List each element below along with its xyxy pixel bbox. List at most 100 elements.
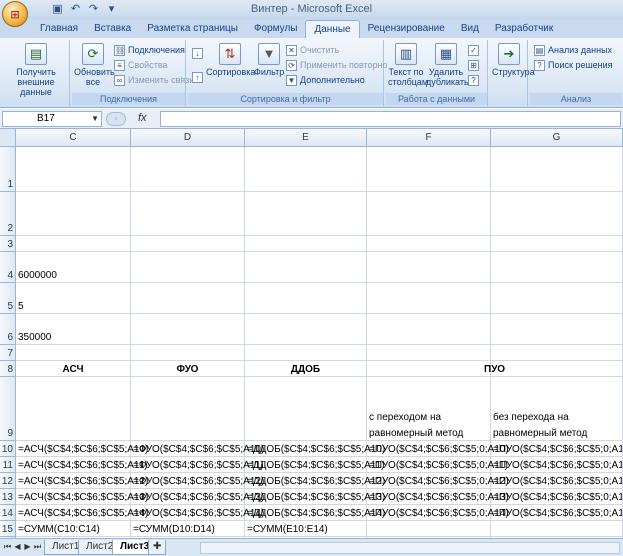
- cell-g14[interactable]: =ПУО($C$4;$C$6;$C$5;0;A14;2;1: [491, 506, 622, 520]
- row-header-14[interactable]: 14: [0, 505, 16, 521]
- edit-links-button[interactable]: ∞ Изменить связи: [114, 75, 194, 86]
- filter-button[interactable]: ▼ Фильтр: [254, 43, 284, 77]
- cell-e12[interactable]: =ДДОБ($C$4;$C$6;$C$5;A12): [245, 474, 385, 488]
- tab-page-layout[interactable]: Разметка страницы: [139, 20, 246, 38]
- cell-e14[interactable]: =ДДОБ($C$4;$C$6;$C$5;A14): [245, 506, 385, 520]
- data-analysis-button[interactable]: ▤ Анализ данных: [534, 45, 612, 56]
- cell-g10[interactable]: =ПУО($C$4;$C$6;$C$5;0;A10;2;1: [491, 442, 622, 456]
- cell-g13[interactable]: =ПУО($C$4;$C$6;$C$5;0;A13;2;1: [491, 490, 622, 504]
- cell-c4[interactable]: 6000000: [16, 268, 57, 282]
- cell-f12[interactable]: =ПУО($C$4;$C$6;$C$5;0;A12): [367, 474, 509, 488]
- row-header-6[interactable]: 6: [0, 314, 16, 345]
- tab-home[interactable]: Главная: [32, 20, 86, 38]
- formula-input[interactable]: [160, 111, 621, 127]
- data-analysis-icon: ▤: [534, 45, 545, 56]
- cell-e10[interactable]: =ДДОБ($C$4;$C$6;$C$5;A10): [245, 442, 385, 456]
- clear-filter-button[interactable]: ✕ Очистить: [286, 45, 339, 56]
- office-button[interactable]: ⊞: [2, 1, 28, 27]
- sort-az-button[interactable]: ↓: [192, 48, 203, 59]
- refresh-all-button[interactable]: ⟳ Обновить все: [74, 43, 115, 87]
- refresh-icon: ⟳: [82, 43, 104, 65]
- cell-g11[interactable]: =ПУО($C$4;$C$6;$C$5;0;A11;2;1: [491, 458, 622, 472]
- column-header-d[interactable]: D: [131, 129, 245, 147]
- insert-sheet-button[interactable]: ✚: [148, 540, 167, 555]
- row-header-3[interactable]: 3: [0, 236, 16, 252]
- column-header-f[interactable]: F: [367, 129, 491, 147]
- outline-button[interactable]: ➔ Структура: [492, 43, 535, 77]
- get-external-data-button[interactable]: ▤ Получить внешние данные: [6, 43, 66, 97]
- cell-c6[interactable]: 350000: [16, 330, 51, 344]
- cell-f8[interactable]: ПУО: [367, 362, 622, 376]
- data-validation-button[interactable]: ✓: [468, 45, 479, 56]
- tab-developer[interactable]: Разработчик: [487, 20, 561, 38]
- tab-review[interactable]: Рецензирование: [360, 20, 453, 38]
- cell-c14[interactable]: =АСЧ($C$4;$C$6;$C$5;A14): [16, 506, 148, 520]
- cell-e8[interactable]: ДДОБ: [245, 362, 366, 376]
- first-sheet-icon[interactable]: ⏮: [3, 542, 12, 552]
- name-box[interactable]: B17 ▼: [2, 111, 102, 127]
- column-header-c[interactable]: C: [16, 129, 131, 147]
- last-sheet-icon[interactable]: ⏭: [33, 542, 42, 552]
- row-header-15[interactable]: 15: [0, 521, 16, 537]
- database-icon: ▤: [25, 43, 47, 65]
- select-all-corner[interactable]: [0, 129, 16, 147]
- remove-duplicates-button[interactable]: ▦ Удалить дубликаты: [426, 43, 470, 87]
- clear-filter-icon: ✕: [286, 45, 297, 56]
- properties-button[interactable]: ≡ Свойства: [114, 60, 168, 71]
- solver-button[interactable]: ? Поиск решения: [534, 60, 613, 71]
- consolidate-button[interactable]: ⊞: [468, 60, 479, 71]
- cell-f10[interactable]: =ПУО($C$4;$C$6;$C$5;0;A10): [367, 442, 509, 456]
- next-sheet-icon[interactable]: ▶: [23, 542, 32, 551]
- cell-d8[interactable]: ФУО: [131, 362, 244, 376]
- row-header-12[interactable]: 12: [0, 473, 16, 489]
- cell-f13[interactable]: =ПУО($C$4;$C$6;$C$5;0;A13): [367, 490, 509, 504]
- tab-formulas[interactable]: Формулы: [246, 20, 306, 38]
- row-header-5[interactable]: 5: [0, 283, 16, 314]
- row-header-7[interactable]: 7: [0, 345, 16, 361]
- group-outline: ➔ Структура: [490, 40, 535, 106]
- connections-button[interactable]: ⛓ Подключения: [114, 45, 185, 56]
- formula-cancel-icon: ◦: [106, 112, 126, 126]
- row-header-2[interactable]: 2: [0, 192, 16, 236]
- advanced-filter-button[interactable]: ▼ Дополнительно: [286, 75, 365, 86]
- row-header-8[interactable]: 8: [0, 361, 16, 377]
- what-if-button[interactable]: ?: [468, 75, 479, 86]
- spreadsheet-grid[interactable]: C D E F G 1 2 3 4 5 6 7 8 9 10 11 12 13 …: [0, 129, 623, 538]
- row-header-1[interactable]: 1: [0, 147, 16, 192]
- cell-c5[interactable]: 5: [16, 299, 24, 313]
- text-to-columns-button[interactable]: ▥ Текст по столбцам: [388, 43, 428, 87]
- tab-view[interactable]: Вид: [453, 20, 487, 38]
- cell-f11[interactable]: =ПУО($C$4;$C$6;$C$5;0;A11): [367, 458, 508, 472]
- row-header-13[interactable]: 13: [0, 489, 16, 505]
- chevron-down-icon[interactable]: ▼: [91, 112, 99, 126]
- sort-za-icon: ↑: [192, 72, 203, 83]
- cell-e15[interactable]: =СУММ(E10:E14): [245, 522, 328, 536]
- row-header-11[interactable]: 11: [0, 457, 16, 473]
- tab-insert[interactable]: Вставка: [86, 20, 139, 38]
- cell-c10[interactable]: =АСЧ($C$4;$C$6;$C$5;A10): [16, 442, 148, 456]
- cell-g12[interactable]: =ПУО($C$4;$C$6;$C$5;0;A12;2;1: [491, 474, 622, 488]
- sort-button[interactable]: ⇅ Сортировка: [206, 43, 255, 77]
- what-if-icon: ?: [468, 75, 479, 86]
- cell-c12[interactable]: =АСЧ($C$4;$C$6;$C$5;A12): [16, 474, 148, 488]
- cell-e13[interactable]: =ДДОБ($C$4;$C$6;$C$5;A13): [245, 490, 385, 504]
- cell-c11[interactable]: =АСЧ($C$4;$C$6;$C$5;A11): [16, 458, 148, 472]
- row-header-10[interactable]: 10: [0, 441, 16, 457]
- prev-sheet-icon[interactable]: ◀: [13, 542, 22, 551]
- cell-e11[interactable]: =ДДОБ($C$4;$C$6;$C$5;A11): [245, 458, 385, 472]
- cell-d11[interactable]: =ФУО($C$4;$C$6;$C$5;A11): [131, 458, 264, 472]
- sort-za-button[interactable]: ↑: [192, 72, 203, 83]
- row-header-4[interactable]: 4: [0, 252, 16, 283]
- horizontal-scrollbar[interactable]: [200, 542, 620, 554]
- column-header-g[interactable]: G: [491, 129, 623, 147]
- cell-c15[interactable]: =СУММ(C10:C14): [16, 522, 100, 536]
- reapply-button[interactable]: ⟳ Применить повторно: [286, 60, 387, 71]
- insert-function-button[interactable]: fx: [138, 112, 147, 124]
- cell-c13[interactable]: =АСЧ($C$4;$C$6;$C$5;A13): [16, 490, 148, 504]
- column-header-e[interactable]: E: [245, 129, 367, 147]
- cell-c8[interactable]: АСЧ: [16, 362, 130, 376]
- row-header-9[interactable]: 9: [0, 377, 16, 441]
- cell-d15[interactable]: =СУММ(D10:D14): [131, 522, 215, 536]
- cell-f14[interactable]: =ПУО($C$4;$C$6;$C$5;0;A14): [367, 506, 509, 520]
- tab-data[interactable]: Данные: [305, 20, 360, 38]
